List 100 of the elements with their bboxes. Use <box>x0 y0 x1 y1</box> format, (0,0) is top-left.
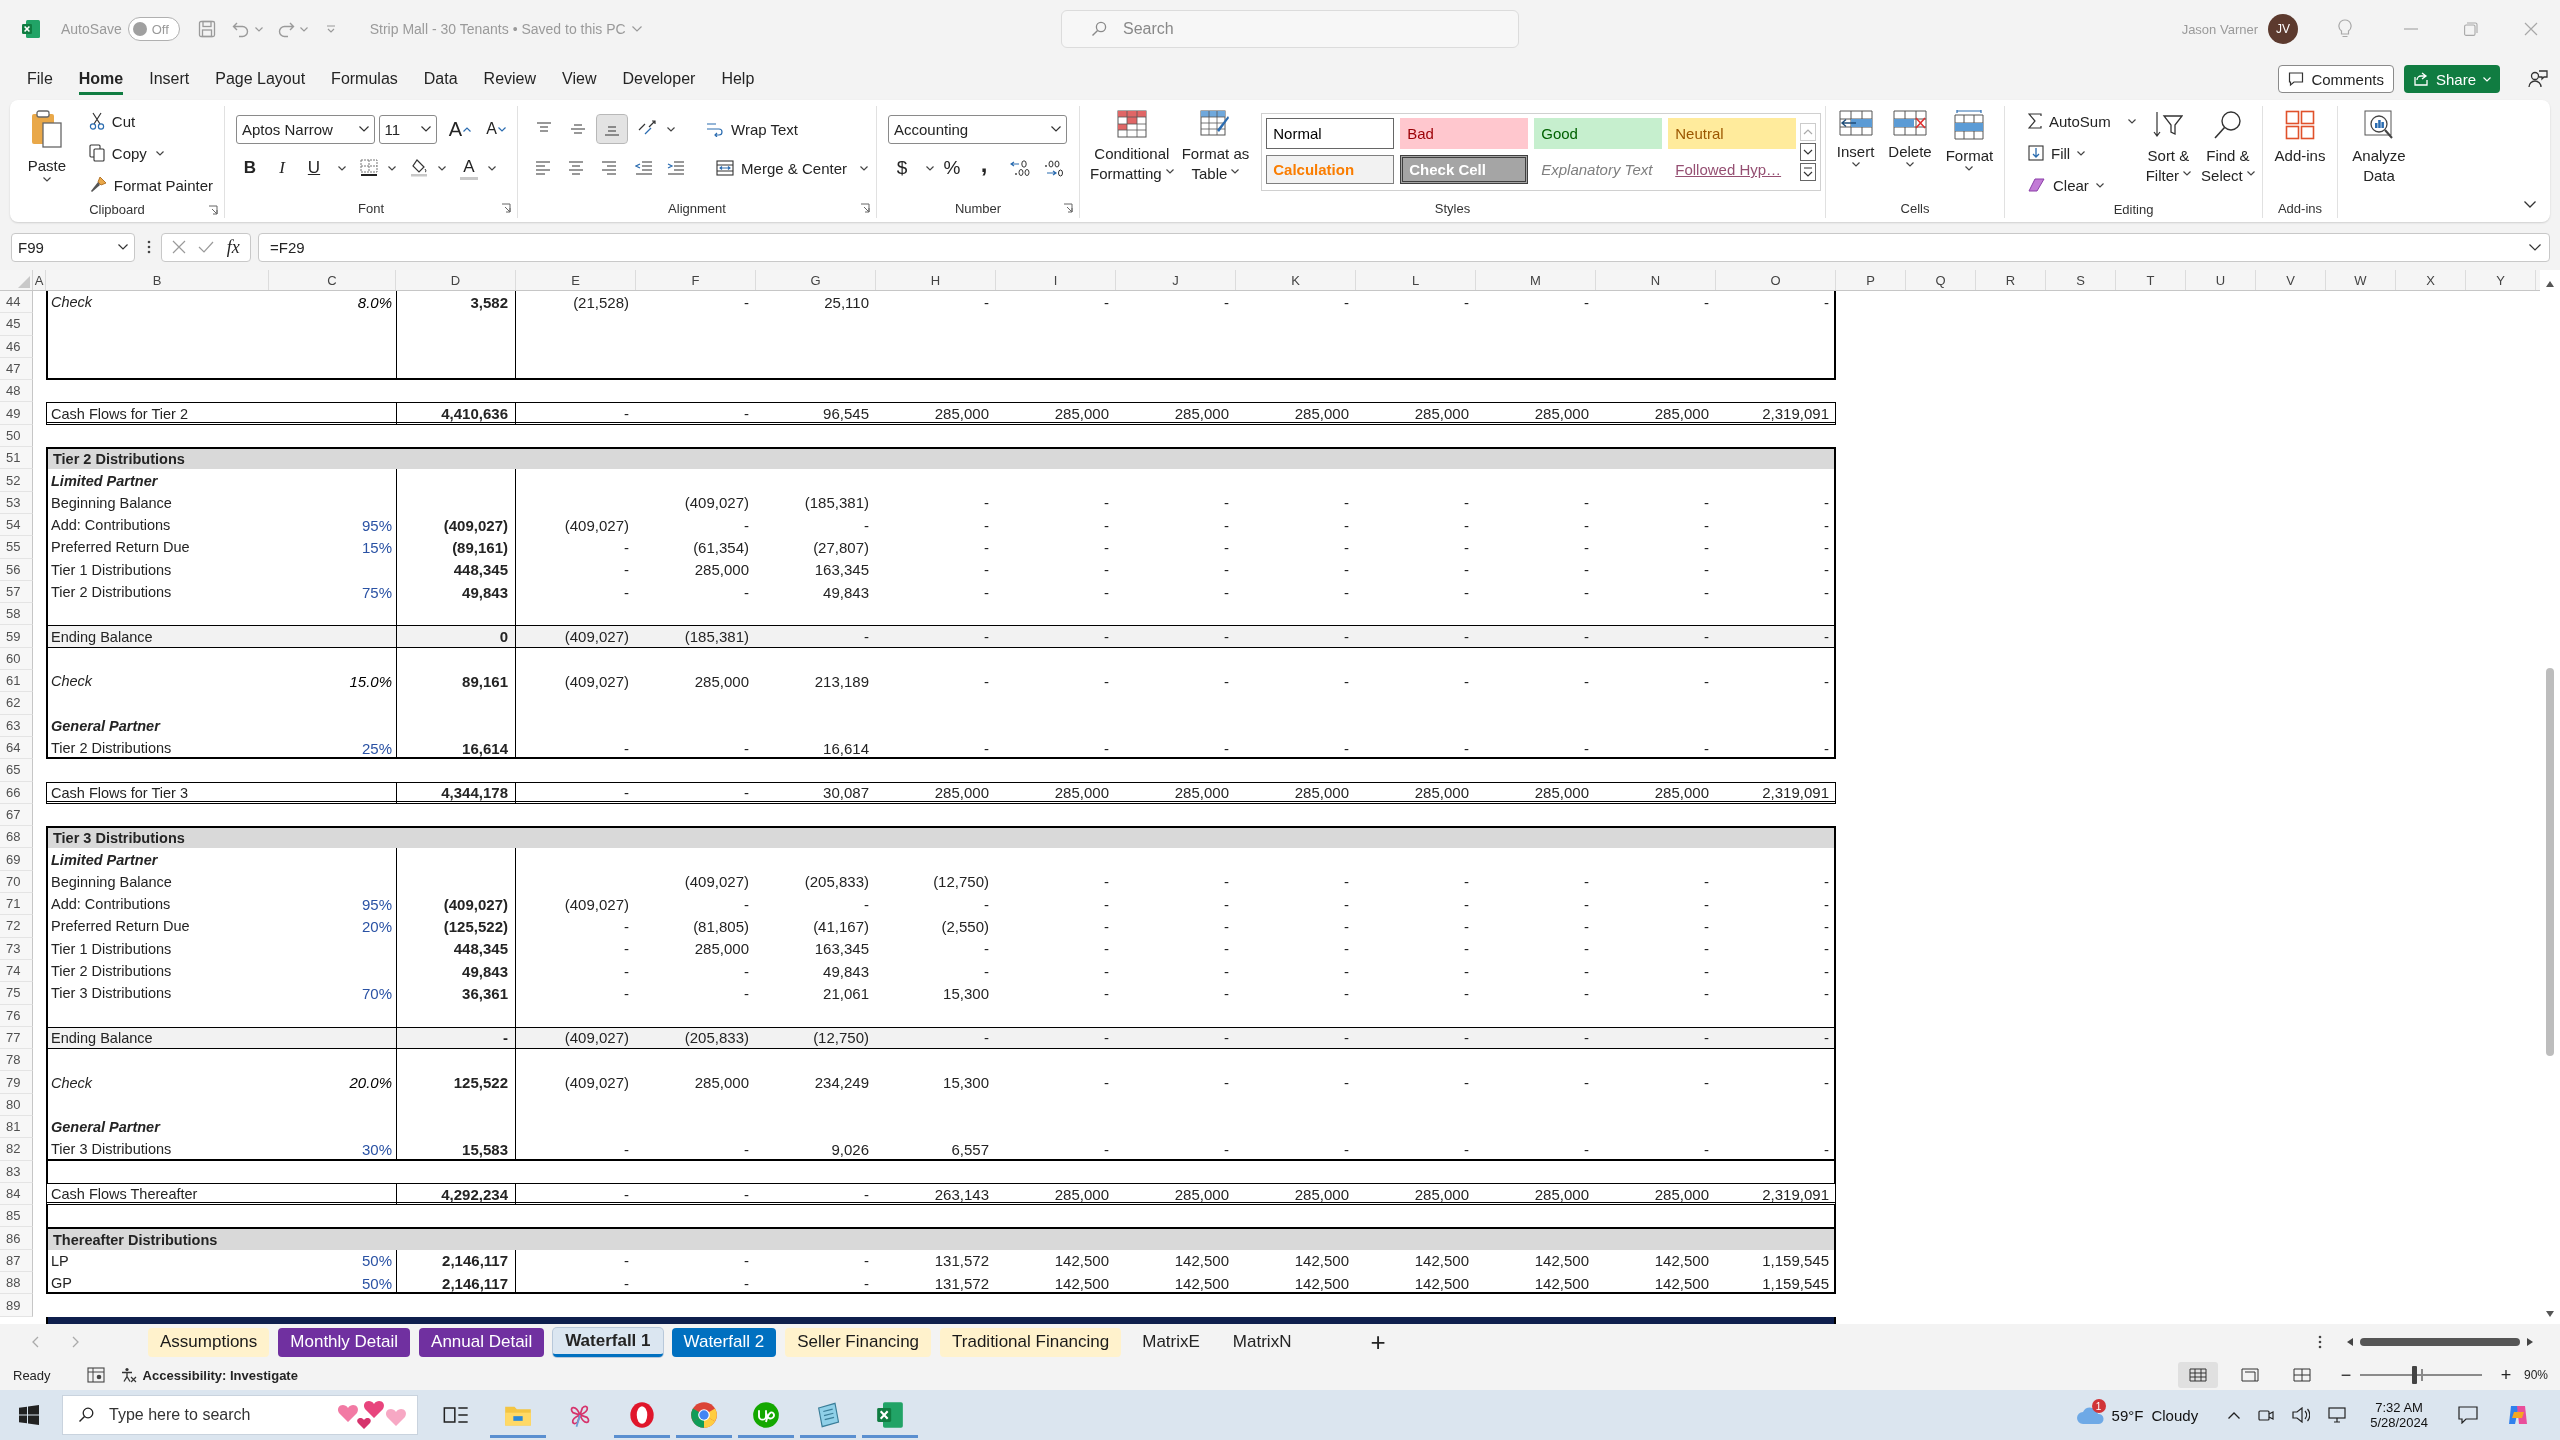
ribbon-tab[interactable]: Data <box>423 63 458 95</box>
zoom-out-button[interactable]: − <box>2339 1364 2352 1386</box>
more-options-icon[interactable] <box>147 240 151 254</box>
ribbon-tab[interactable]: Help <box>721 63 755 95</box>
sheet-tab[interactable]: Waterfall 2 <box>671 1327 777 1357</box>
autosum-button[interactable]: AutoSum <box>2025 106 2114 136</box>
sheet-tab[interactable]: MatrixN <box>1220 1327 1304 1357</box>
avatar[interactable]: JV <box>2268 14 2298 44</box>
formula-field[interactable]: =F29 <box>258 232 2550 262</box>
cell-style-option[interactable]: Explanatory Text <box>1534 155 1663 184</box>
dialog-launcher-icon[interactable] <box>501 203 511 213</box>
number-format-field[interactable]: Accounting <box>888 114 1067 144</box>
cell-style-option[interactable]: Normal <box>1266 118 1395 149</box>
wrap-text-button[interactable]: Wrap Text <box>703 114 801 144</box>
sheet-tab[interactable]: Seller Financing <box>785 1327 932 1357</box>
caret-icon[interactable] <box>438 165 446 171</box>
cancel-icon[interactable] <box>172 240 187 254</box>
speaker-icon[interactable] <box>2292 1407 2311 1423</box>
scroll-up-icon[interactable] <box>2545 280 2555 288</box>
share-button[interactable]: Share <box>2403 65 2500 93</box>
search-field[interactable]: Search <box>1061 10 1519 48</box>
cell-style-option[interactable]: Followed Hyp… <box>1668 155 1797 184</box>
sheet-tab[interactable]: Annual Detail <box>419 1327 545 1357</box>
caret-icon[interactable] <box>488 165 496 171</box>
accessibility-status[interactable]: Accessibility: Investigate <box>142 1367 298 1383</box>
scrollbar-thumb[interactable] <box>2360 1338 2520 1346</box>
dialog-launcher-icon[interactable] <box>860 203 870 213</box>
cell-style-option[interactable]: Neutral <box>1668 118 1797 149</box>
ribbon-tab[interactable]: Insert <box>149 63 190 95</box>
sheet-tab[interactable]: MatrixE <box>1130 1327 1212 1357</box>
cell-style-option[interactable]: Good <box>1534 118 1663 149</box>
scroll-down-icon[interactable] <box>1800 143 1817 161</box>
delete-button[interactable]: Delete <box>1888 106 1932 167</box>
ribbon-tab[interactable]: View <box>562 63 597 95</box>
font-size-field[interactable]: 11 <box>378 114 437 144</box>
insert-button[interactable]: Insert <box>1836 106 1875 167</box>
weather-condition[interactable]: Cloudy <box>2151 1406 2199 1424</box>
sheet-tab[interactable]: Assumptions <box>148 1327 270 1357</box>
increase-decimal-icon[interactable] <box>1010 159 1030 177</box>
new-sheet-button[interactable]: + <box>1370 1326 1386 1358</box>
add-ins-button[interactable]: Add-ins <box>2274 106 2326 166</box>
caret-icon[interactable] <box>155 150 164 156</box>
chevron-up-icon[interactable] <box>2228 1411 2241 1419</box>
cut-button[interactable]: Cut <box>85 106 216 136</box>
accessibility-icon[interactable] <box>120 1367 137 1383</box>
scroll-left-icon[interactable] <box>2346 1337 2354 1347</box>
caret-icon[interactable] <box>926 165 934 171</box>
app-logo-icon[interactable] <box>2506 1403 2530 1427</box>
percent-button[interactable]: % <box>938 154 966 182</box>
ribbon-tab[interactable]: Page Layout <box>215 63 306 95</box>
grow-font-button[interactable]: A <box>447 115 473 143</box>
format-painter-button[interactable]: Format Painter <box>85 170 216 200</box>
caret-icon[interactable] <box>2127 118 2136 124</box>
align-bottom-button[interactable] <box>597 115 627 143</box>
ribbon-tab[interactable]: Home <box>78 63 124 95</box>
caret-icon[interactable] <box>667 126 675 132</box>
format-as-table-button[interactable]: Format as Table <box>1181 106 1250 184</box>
comments-button[interactable]: Comments <box>2278 65 2394 93</box>
sheet-tab[interactable]: Waterfall 1 <box>553 1327 663 1357</box>
clear-button[interactable]: Clear <box>2025 170 2136 200</box>
dialog-launcher-icon[interactable] <box>1063 203 1073 213</box>
merge-center-button[interactable]: Merge & Center <box>713 153 850 183</box>
scroll-right-icon[interactable] <box>2526 1337 2534 1347</box>
customize-icon[interactable] <box>325 25 336 33</box>
start-icon[interactable] <box>19 1405 39 1425</box>
chevron-down-icon[interactable] <box>2524 201 2536 208</box>
more-options-icon[interactable] <box>2318 1335 2322 1349</box>
increase-indent-icon[interactable] <box>667 161 686 175</box>
scroll-down-icon[interactable] <box>2545 1310 2555 1318</box>
analyze-data-button[interactable]: Analyze Data <box>2352 106 2406 186</box>
save-icon[interactable] <box>197 20 216 38</box>
borders-icon[interactable] <box>360 159 378 177</box>
bold-button[interactable]: B <box>236 154 264 182</box>
sheet-tab[interactable]: Monthly Detail <box>278 1327 411 1357</box>
paste-button[interactable]: Paste <box>18 106 76 182</box>
checkmark-icon[interactable] <box>198 241 215 253</box>
font-name-field[interactable]: Aptos Narrow <box>236 114 375 144</box>
search-field[interactable]: Type here to search <box>62 1395 418 1435</box>
caret-icon[interactable] <box>338 165 346 171</box>
dialog-launcher-icon[interactable] <box>208 205 218 215</box>
conditional-formatting-button[interactable]: Conditional Formatting <box>1090 106 1174 184</box>
clock-date[interactable]: 5/28/2024 <box>2370 1415 2428 1430</box>
slider-thumb[interactable] <box>2411 1366 2417 1384</box>
name-box[interactable]: F99 <box>11 232 135 262</box>
ribbon-tab[interactable]: Review <box>483 63 537 95</box>
chat-bubble-icon[interactable] <box>2458 1406 2478 1424</box>
shrink-font-button[interactable]: A <box>483 115 509 143</box>
monitor-icon[interactable] <box>2328 1407 2347 1423</box>
more-styles-icon[interactable] <box>1800 163 1817 181</box>
decrease-indent-icon[interactable] <box>635 161 654 175</box>
ribbon-tab[interactable]: Developer <box>622 63 696 95</box>
insert-function-button[interactable]: fx <box>226 236 240 258</box>
undo-icon[interactable] <box>231 20 250 38</box>
currency-button[interactable]: $ <box>888 154 916 182</box>
comma-style-button[interactable]: , <box>970 154 998 182</box>
scrollbar-thumb[interactable] <box>2546 668 2554 1056</box>
format-button[interactable]: Format <box>1945 106 1994 171</box>
copy-button[interactable]: Copy <box>85 138 150 168</box>
paint-bucket-icon[interactable] <box>410 159 428 177</box>
clock-time[interactable]: 7:32 AM <box>2375 1400 2423 1415</box>
